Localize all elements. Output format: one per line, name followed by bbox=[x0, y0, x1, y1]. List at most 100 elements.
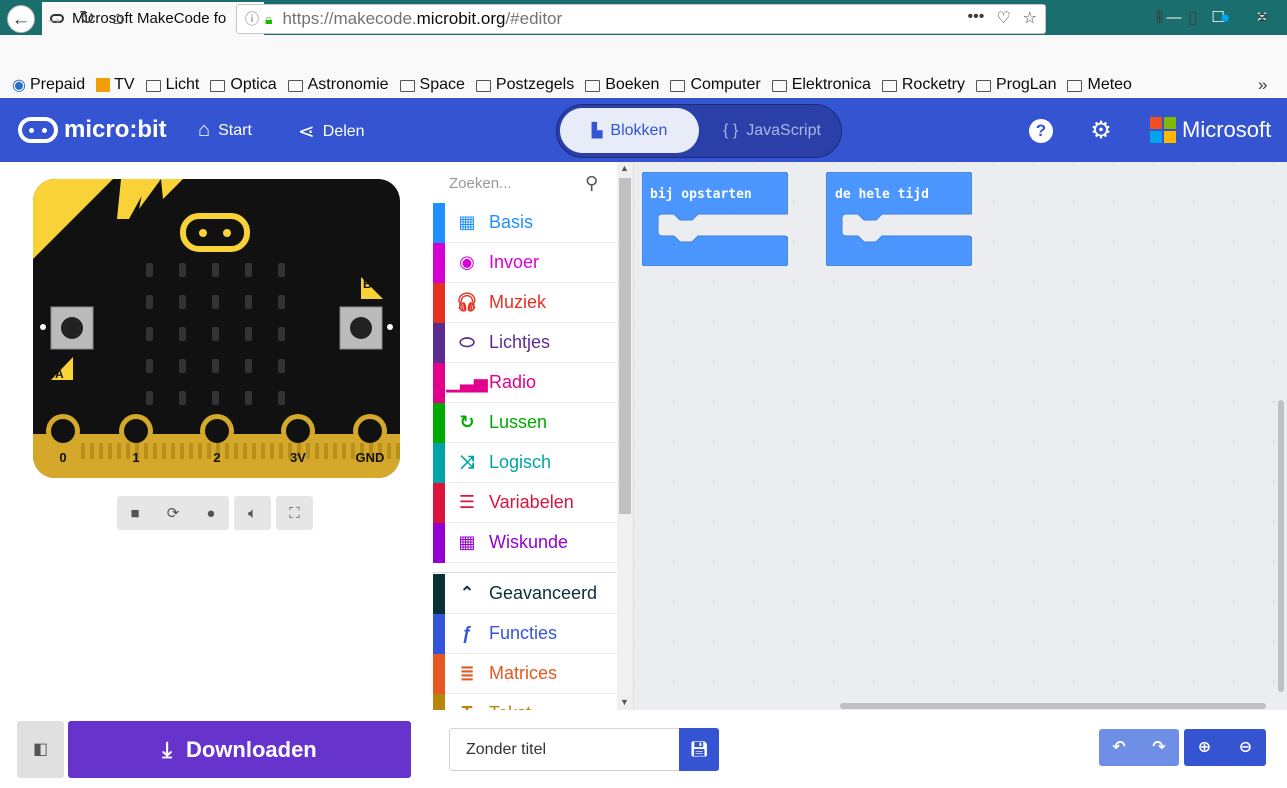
category-matrices[interactable]: ≣ Matrices bbox=[433, 653, 617, 694]
category-invoer[interactable]: ◉ Invoer bbox=[433, 242, 617, 283]
toolbox-scroll-thumb[interactable] bbox=[619, 178, 631, 514]
bookmarks-list: ◉ Prepaid TV Licht Optica Astronomie Space Post… bbox=[12, 73, 1143, 97]
led bbox=[278, 359, 285, 373]
led bbox=[212, 263, 219, 277]
bookmark-item[interactable]: Boeken bbox=[585, 76, 659, 94]
maximize-icon[interactable]: ☐ bbox=[1196, 0, 1240, 35]
puzzle-icon: ▙ bbox=[591, 122, 603, 138]
edge-connector-tooth bbox=[90, 443, 94, 459]
url-bar[interactable]: ⓘ 🔒︎ https://makecode. microbit.org/#edit… bbox=[236, 4, 1046, 34]
project-name-input[interactable] bbox=[449, 728, 680, 771]
info-icon[interactable]: ⓘ bbox=[245, 9, 259, 29]
microbit-logo-icon bbox=[18, 117, 58, 143]
scroll-up-icon[interactable]: ▲ bbox=[620, 163, 629, 173]
undo-icon[interactable]: ↶ bbox=[1112, 729, 1125, 766]
url-suffix: /#editor bbox=[505, 9, 563, 28]
bookmark-item[interactable]: Meteo bbox=[1067, 76, 1132, 94]
fullscreen-icon[interactable]: ⛶ bbox=[276, 496, 313, 530]
edge-connector-tooth bbox=[153, 443, 157, 459]
slow-motion-icon[interactable]: ● bbox=[206, 505, 215, 522]
led bbox=[212, 327, 219, 341]
bookmark-item[interactable]: TV bbox=[96, 76, 135, 94]
bookmark-item[interactable]: ◉ Prepaid bbox=[12, 75, 85, 95]
help-icon[interactable]: ? bbox=[1029, 119, 1053, 143]
bookmark-label: Prepaid bbox=[29, 76, 86, 93]
bookmark-item[interactable]: Postzegels bbox=[475, 76, 574, 94]
settings-gear-icon[interactable]: ⚙ bbox=[1089, 119, 1113, 143]
share-button[interactable]: ⋖ Delen bbox=[298, 119, 365, 144]
category-lichtjes[interactable]: ⬭ Lichtjes bbox=[433, 322, 617, 363]
category-color-bar bbox=[433, 573, 445, 614]
home-icon[interactable]: ⌂ bbox=[104, 5, 132, 33]
bookmark-label: Meteo bbox=[1087, 76, 1132, 93]
led bbox=[245, 327, 252, 341]
download-label: Downloaden bbox=[185, 736, 317, 762]
category-logisch[interactable]: ⤨ Logisch bbox=[433, 442, 617, 483]
reload-icon[interactable]: ↻ bbox=[73, 5, 101, 33]
category-color-bar bbox=[433, 653, 445, 694]
menu-icon[interactable]: ≡ bbox=[1258, 8, 1268, 28]
extension-icon[interactable]: ● bbox=[1220, 8, 1230, 28]
sidebar-icon[interactable]: ▯ bbox=[1188, 8, 1197, 28]
led bbox=[179, 263, 186, 277]
bookmark-item[interactable]: Licht bbox=[145, 76, 199, 94]
save-icon[interactable]: 💾︎ bbox=[679, 728, 719, 771]
back-icon[interactable]: ← bbox=[7, 5, 35, 33]
on-start-block[interactable]: bij opstarten bbox=[641, 171, 789, 267]
category-geavanceerd[interactable]: ⌃ Geavanceerd bbox=[433, 573, 617, 614]
bookmark-item[interactable]: Rocketry bbox=[881, 76, 965, 94]
edge-connector-tooth bbox=[324, 443, 328, 459]
bookmark-label: ProgLan bbox=[995, 76, 1057, 93]
forever-block[interactable]: de hele tijd bbox=[825, 171, 973, 267]
stop-icon[interactable]: ■ bbox=[131, 505, 140, 522]
more-bookmarks-icon[interactable]: » bbox=[1258, 75, 1267, 95]
edge-connector-tooth bbox=[315, 443, 319, 459]
search-icon[interactable]: ⚲ bbox=[585, 173, 598, 194]
mute-icon[interactable]: 🔈︎ bbox=[234, 496, 271, 530]
bookmark-item[interactable]: Optica bbox=[210, 76, 277, 94]
category-basis[interactable]: ▦ Basis bbox=[433, 202, 617, 243]
folder-icon bbox=[881, 80, 897, 92]
download-button[interactable]: ⤓ Downloaden bbox=[68, 721, 411, 778]
library-icon[interactable]: ⫴ bbox=[1156, 8, 1163, 28]
microsoft-logo[interactable]: Microsoft bbox=[1150, 117, 1271, 143]
pin-1-label: 1 bbox=[132, 450, 140, 465]
blocks-tab[interactable]: ▙ Blokken bbox=[560, 108, 699, 153]
workspace-horizontal-scrollbar[interactable] bbox=[840, 703, 1266, 709]
scroll-down-icon[interactable]: ▼ bbox=[620, 697, 629, 707]
workspace-vertical-scrollbar[interactable] bbox=[1278, 400, 1284, 692]
category-muziek[interactable]: 🎧︎ Muziek bbox=[433, 282, 617, 323]
led bbox=[245, 263, 252, 277]
bookmark-item[interactable]: Computer bbox=[670, 76, 761, 94]
bookmark-item[interactable]: Elektronica bbox=[771, 76, 871, 94]
led bbox=[245, 359, 252, 373]
category-wiskunde[interactable]: ▦ Wiskunde bbox=[433, 522, 617, 563]
category-functies[interactable]: ƒ Functies bbox=[433, 613, 617, 654]
page-actions-icon[interactable]: ••• bbox=[968, 8, 985, 28]
category-radio[interactable]: ▁▃▅ Radio bbox=[433, 362, 617, 403]
redo-icon[interactable]: ↷ bbox=[1152, 729, 1165, 766]
microbit-board[interactable]: A B 0 1 2 3V GND bbox=[33, 179, 400, 478]
url-domain: microbit.org bbox=[416, 9, 506, 28]
toggle-icon: ⬭ bbox=[459, 332, 475, 352]
microbit-logo[interactable]: micro:bit bbox=[18, 115, 167, 145]
restart-icon[interactable]: ⟳ bbox=[167, 504, 180, 522]
category-variabelen[interactable]: ☰ Variabelen bbox=[433, 482, 617, 523]
zoom-in-icon[interactable]: ⊕ bbox=[1198, 729, 1211, 766]
led bbox=[245, 391, 252, 405]
folder-icon bbox=[399, 80, 415, 92]
collapse-simulator-icon[interactable]: ◧ bbox=[17, 721, 64, 778]
zoom-out-icon[interactable]: ⊖ bbox=[1239, 729, 1252, 766]
bookmark-item[interactable]: Astronomie bbox=[287, 76, 389, 94]
javascript-tab[interactable]: { } JavaScript bbox=[712, 108, 832, 153]
bookmark-star-icon[interactable]: ☆ bbox=[1023, 8, 1037, 28]
led bbox=[179, 391, 186, 405]
folder-icon bbox=[145, 80, 161, 92]
bookmark-item[interactable]: Space bbox=[399, 76, 465, 94]
forward-icon[interactable]: → bbox=[40, 5, 68, 33]
pocket-icon[interactable]: ♡ bbox=[996, 8, 1010, 28]
grid-icon: ▦ bbox=[458, 212, 476, 232]
home-button[interactable]: ⌂ Start bbox=[198, 119, 252, 142]
bookmark-item[interactable]: ProgLan bbox=[975, 76, 1057, 94]
category-lussen[interactable]: ↻ Lussen bbox=[433, 402, 617, 443]
